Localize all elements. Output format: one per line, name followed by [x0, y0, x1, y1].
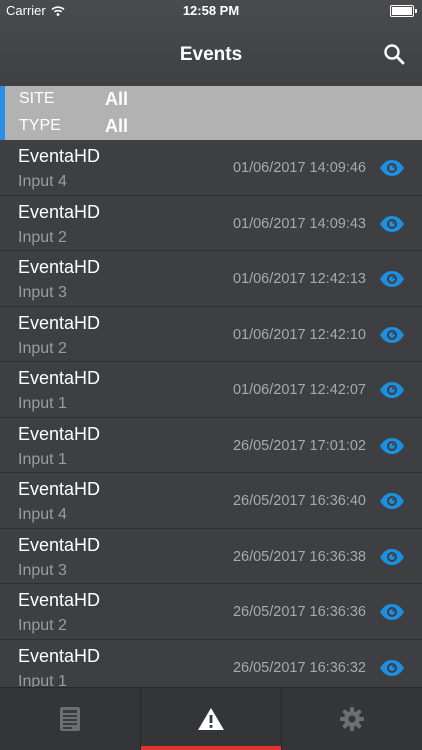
- site-filter[interactable]: SITE All: [19, 86, 128, 112]
- gear-icon: [340, 707, 364, 731]
- event-timestamp: 01/06/2017 14:09:43: [232, 215, 366, 232]
- event-device-name: EventaHD: [18, 257, 101, 277]
- event-timestamp: 26/05/2017 16:36:32: [232, 659, 366, 676]
- clock: 12:58 PM: [182, 3, 240, 18]
- event-row[interactable]: EventaHD Input 1 26/05/2017 16:36:32: [0, 640, 422, 688]
- eye-icon[interactable]: [379, 159, 405, 177]
- site-filter-value: All: [105, 88, 129, 109]
- warning-icon: [198, 708, 224, 730]
- type-filter-label: TYPE: [19, 117, 61, 134]
- event-input-label: Input 1: [18, 395, 67, 412]
- event-timestamp: 26/05/2017 16:36:38: [232, 548, 366, 565]
- search-icon[interactable]: [382, 42, 406, 66]
- event-row[interactable]: EventaHD Input 3 26/05/2017 16:36:38: [0, 529, 422, 584]
- event-timestamp: 26/05/2017 16:36:36: [232, 604, 366, 620]
- event-row[interactable]: EventaHD Input 2 26/05/2017 16:36:36: [0, 584, 422, 640]
- eye-icon[interactable]: [379, 659, 405, 677]
- eye-icon[interactable]: [379, 270, 405, 288]
- event-row[interactable]: EventaHD Input 2 01/06/2017 12:42:10: [0, 307, 422, 362]
- page-title: Events: [179, 44, 243, 65]
- event-device-name: EventaHD: [18, 590, 101, 610]
- event-list[interactable]: EventaHD Input 4 01/06/2017 14:09:46 Eventa…: [0, 140, 422, 687]
- event-device-name: EventaHD: [18, 479, 101, 499]
- event-row[interactable]: EventaHD Input 2 01/06/2017 14:09:43: [0, 196, 422, 251]
- event-timestamp: 26/05/2017 16:36:40: [232, 493, 366, 509]
- event-row[interactable]: EventaHD Input 1 26/05/2017 17:01:02: [0, 418, 422, 473]
- event-device-name: EventaHD: [18, 201, 101, 222]
- event-input-label: Input 3: [18, 284, 67, 301]
- type-filter[interactable]: TYPE All: [19, 113, 128, 139]
- event-timestamp: 01/06/2017 12:42:13: [232, 271, 366, 287]
- header: Carrier 12:58 PM Events: [0, 0, 422, 86]
- event-input-label: Input 1: [18, 450, 67, 468]
- eye-icon[interactable]: [379, 492, 405, 510]
- event-row[interactable]: EventaHD Input 3 01/06/2017 12:42:13: [0, 251, 422, 307]
- type-filter-value: All: [105, 115, 129, 136]
- event-device-name: EventaHD: [18, 645, 101, 666]
- eye-icon[interactable]: [379, 603, 405, 621]
- event-device-name: EventaHD: [18, 534, 101, 555]
- event-input-label: Input 1: [18, 672, 67, 688]
- event-device-name: EventaHD: [18, 312, 101, 333]
- event-timestamp: 26/05/2017 17:01:02: [232, 437, 366, 454]
- event-timestamp: 01/06/2017 12:42:07: [232, 382, 366, 398]
- event-input-label: Input 2: [18, 339, 67, 357]
- status-bar: Carrier 12:58 PM: [0, 0, 422, 22]
- event-timestamp: 01/06/2017 12:42:10: [232, 326, 366, 343]
- eye-icon[interactable]: [379, 548, 405, 566]
- eye-icon[interactable]: [379, 437, 405, 455]
- eye-icon[interactable]: [379, 326, 405, 344]
- tab-settings[interactable]: [282, 688, 422, 750]
- battery-icon: [390, 5, 417, 17]
- event-device-name: EventaHD: [18, 423, 101, 444]
- event-input-label: Input 4: [18, 173, 67, 190]
- filter-accent-bar: [0, 86, 5, 140]
- filter-panel[interactable]: SITE All TYPE All: [0, 86, 422, 140]
- event-input-label: Input 2: [18, 617, 67, 634]
- event-input-label: Input 3: [18, 561, 67, 579]
- eye-icon[interactable]: [379, 381, 405, 399]
- tab-bar: [0, 687, 422, 750]
- event-device-name: EventaHD: [18, 146, 101, 166]
- tab-events-log[interactable]: [0, 688, 141, 750]
- event-row[interactable]: EventaHD Input 4 01/06/2017 14:09:46: [0, 140, 422, 196]
- site-filter-label: SITE: [19, 90, 55, 107]
- tab-alerts[interactable]: [141, 688, 282, 750]
- event-device-name: EventaHD: [18, 368, 101, 388]
- event-input-label: Input 4: [18, 506, 67, 523]
- event-row[interactable]: EventaHD Input 4 26/05/2017 16:36:40: [0, 473, 422, 529]
- event-row[interactable]: EventaHD Input 1 01/06/2017 12:42:07: [0, 362, 422, 418]
- event-timestamp: 01/06/2017 14:09:46: [232, 160, 366, 176]
- event-input-label: Input 2: [18, 228, 67, 246]
- eye-icon[interactable]: [379, 215, 405, 233]
- document-list-icon: [60, 707, 80, 731]
